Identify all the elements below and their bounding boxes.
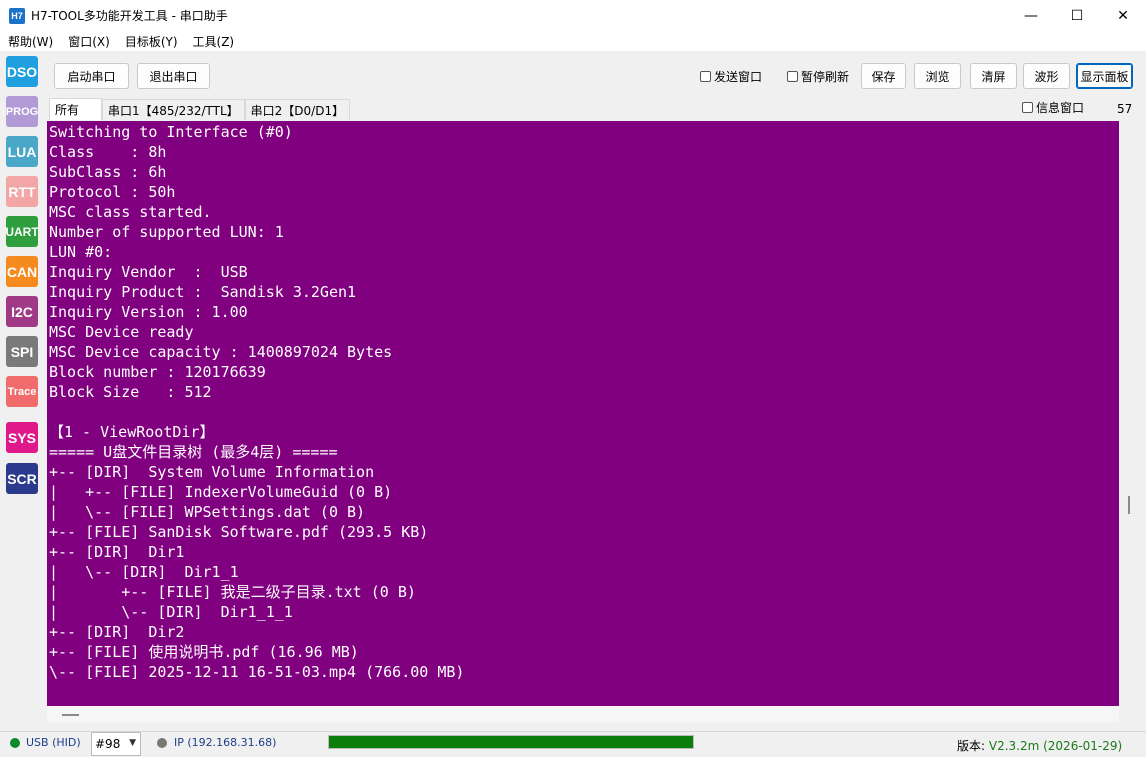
vertical-scroll-thumb[interactable]: [1128, 496, 1130, 514]
sidebar-prog-button[interactable]: PROG: [6, 96, 38, 127]
save-button[interactable]: 保存: [861, 63, 906, 89]
maximize-button[interactable]: ☐: [1054, 0, 1100, 31]
pause-refresh-label: 暂停刷新: [801, 70, 850, 84]
status-bar: USB (HID) #98 ▼ IP (192.168.31.68) 版本: V…: [0, 731, 1146, 757]
sidebar-trace-button[interactable]: Trace: [6, 376, 38, 407]
sidebar-can-button[interactable]: CAN: [6, 256, 38, 287]
sidebar-lua-button[interactable]: LUA: [6, 136, 38, 167]
sidebar-uart-button[interactable]: UART: [5, 216, 39, 247]
console-line: Inquiry Version : 1.00: [49, 303, 248, 321]
pause-refresh-checkbox-box[interactable]: [787, 71, 798, 82]
console-line: Inquiry Product : Sandisk 3.2Gen1: [49, 283, 357, 301]
version-info: 版本: V2.3.2m (2026-01-29): [957, 737, 1122, 754]
vertical-scrollbar[interactable]: [1120, 121, 1144, 706]
progress-bar: [328, 735, 694, 749]
console-line: Inquiry Vendor : USB: [49, 263, 248, 281]
console-line: Class : 8h: [49, 143, 167, 161]
start-port-button[interactable]: 启动串口: [54, 63, 129, 89]
port-select-value: #98: [95, 737, 121, 751]
serial-console-output[interactable]: Switching to Interface (#0) Class : 8h Sub…: [47, 121, 1119, 706]
console-line: MSC Device ready: [49, 323, 194, 341]
menu-help[interactable]: 帮助(W): [0, 33, 60, 50]
console-line: | \-- [FILE] WPSettings.dat (0 B): [49, 503, 366, 521]
menu-bar: 帮助(W) 窗口(X) 目标板(Y) 工具(Z): [0, 31, 1146, 51]
usb-status-text: USB (HID): [26, 736, 81, 749]
console-line: 【1 - ViewRootDir】: [49, 423, 215, 441]
chevron-down-icon: ▼: [129, 738, 136, 748]
pause-refresh-checkbox[interactable]: 暂停刷新: [787, 68, 849, 85]
horizontal-scrollbar[interactable]: [47, 706, 1119, 722]
sidebar-rtt-button[interactable]: RTT: [6, 176, 38, 207]
ip-status-icon: [157, 738, 167, 748]
send-window-checkbox[interactable]: 发送窗口: [700, 68, 762, 85]
window-controls: — ☐ ✕: [1008, 0, 1146, 31]
console-line: +-- [DIR] Dir1: [49, 543, 185, 561]
minimize-button[interactable]: —: [1008, 0, 1054, 31]
clear-screen-button[interactable]: 清屏: [970, 63, 1017, 89]
info-window-checkbox[interactable]: 信息窗口: [1022, 99, 1084, 116]
browse-button[interactable]: 浏览: [914, 63, 961, 89]
menu-tools[interactable]: 工具(Z): [185, 33, 242, 50]
sidebar-dso-button[interactable]: DSO: [6, 56, 38, 87]
usb-status-icon: [10, 738, 20, 748]
waveform-button[interactable]: 波形: [1023, 63, 1070, 89]
port-select[interactable]: #98 ▼: [91, 732, 141, 756]
close-button[interactable]: ✕: [1100, 0, 1146, 31]
app-logo-icon: H7: [9, 7, 25, 24]
console-line: +-- [DIR] Dir2: [49, 623, 185, 641]
menu-window[interactable]: 窗口(X): [60, 33, 117, 50]
console-line: Block number : 120176639: [49, 363, 266, 381]
console-line: +-- [FILE] SanDisk Software.pdf (293.5 K…: [49, 523, 429, 541]
info-window-label: 信息窗口: [1036, 101, 1085, 115]
version-label: 版本:: [957, 739, 989, 753]
show-panel-button[interactable]: 显示面板: [1076, 63, 1133, 89]
console-line: MSC Device capacity : 1400897024 Bytes: [49, 343, 393, 361]
progress-fill: [329, 736, 693, 748]
console-line: | +-- [FILE] 我是二级子目录.txt (0 B): [49, 583, 416, 601]
tab-port2[interactable]: 串口2【D0/D1】: [244, 99, 351, 120]
ip-status-text: IP (192.168.31.68): [174, 736, 277, 749]
console-line: Block Size : 512: [49, 383, 212, 401]
info-window-checkbox-box[interactable]: [1022, 102, 1033, 113]
sidebar-spi-button[interactable]: SPI: [6, 336, 38, 367]
console-line: \-- [FILE] 2025-12-11 16-51-03.mp4 (766.…: [49, 663, 465, 681]
horizontal-scroll-thumb[interactable]: [62, 714, 79, 716]
sidebar-i2c-button[interactable]: I2C: [6, 296, 38, 327]
exit-port-button[interactable]: 退出串口: [137, 63, 210, 89]
version-value: V2.3.2m (2026-01-29): [988, 739, 1123, 753]
console-line: MSC class started.: [49, 203, 212, 221]
console-line: Switching to Interface (#0): [49, 123, 293, 141]
title-bar: H7 H7-TOOL多功能开发工具 - 串口助手 — ☐ ✕: [0, 0, 1146, 31]
console-line: +-- [FILE] 使用说明书.pdf (16.96 MB): [49, 643, 359, 661]
console-line: Number of supported LUN: 1: [49, 223, 284, 241]
console-line: | \-- [DIR] Dir1_1_1: [49, 603, 293, 621]
window-title: H7-TOOL多功能开发工具 - 串口助手: [31, 9, 228, 23]
sidebar-scr-button[interactable]: SCR: [6, 463, 38, 494]
console-line: ===== U盘文件目录树 (最多4层) =====: [49, 443, 338, 461]
line-count: 57: [1117, 102, 1133, 116]
tab-all[interactable]: 所有: [49, 98, 102, 120]
tool-sidebar: DSO PROG LUA RTT UART CAN I2C SPI Trace …: [0, 51, 44, 731]
console-line: Protocol : 50h: [49, 183, 176, 201]
console-line: | +-- [FILE] IndexerVolumeGuid (0 B): [49, 483, 393, 501]
menu-target-board[interactable]: 目标板(Y): [117, 33, 185, 50]
tab-port1[interactable]: 串口1【485/232/TTL】: [102, 99, 245, 120]
send-window-checkbox-box[interactable]: [700, 71, 711, 82]
console-line: | \-- [DIR] Dir1_1: [49, 563, 239, 581]
sidebar-sys-button[interactable]: SYS: [6, 422, 38, 453]
send-window-label: 发送窗口: [714, 70, 763, 84]
console-line: LUN #0:: [49, 243, 113, 261]
port-tabs: 所有 串口1【485/232/TTL】 串口2【D0/D1】: [49, 98, 351, 120]
console-line: +-- [DIR] System Volume Information: [49, 463, 375, 481]
console-line: SubClass : 6h: [49, 163, 167, 181]
